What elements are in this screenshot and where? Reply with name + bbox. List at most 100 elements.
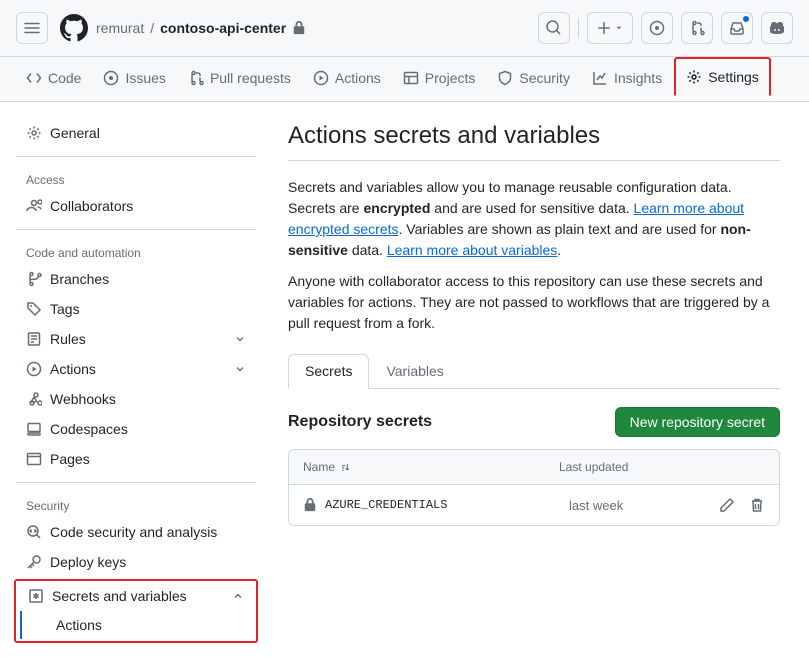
gear-icon bbox=[26, 125, 42, 141]
sidebar-item-secrets-variables[interactable]: Secrets and variables bbox=[18, 581, 254, 611]
sidebar-item-pages[interactable]: Pages bbox=[16, 444, 256, 474]
tab-label: Security bbox=[519, 70, 570, 86]
breadcrumb-owner[interactable]: remurat bbox=[96, 20, 144, 36]
copilot-button[interactable] bbox=[761, 12, 793, 44]
sidebar-item-codespaces[interactable]: Codespaces bbox=[16, 414, 256, 444]
sidebar-heading-access: Access bbox=[16, 165, 256, 191]
sidebar-item-label: Deploy keys bbox=[50, 554, 126, 570]
sidebar-item-label: Actions bbox=[50, 361, 96, 377]
issue-opened-icon bbox=[103, 70, 119, 86]
column-header-name[interactable]: Name bbox=[303, 460, 559, 474]
sidebar-item-label: Collaborators bbox=[50, 198, 133, 214]
divider bbox=[16, 229, 256, 230]
secret-name-cell: AZURE_CREDENTIALS bbox=[303, 498, 569, 512]
highlight-annotation: Secrets and variables Actions bbox=[14, 579, 258, 643]
issue-opened-icon bbox=[649, 20, 665, 36]
tag-icon bbox=[26, 301, 42, 317]
webhook-icon bbox=[26, 391, 42, 407]
divider bbox=[16, 482, 256, 483]
column-header-updated: Last updated bbox=[559, 460, 709, 474]
three-bars-icon bbox=[24, 20, 40, 36]
tab-settings[interactable]: Settings bbox=[674, 57, 771, 97]
edit-secret-button[interactable] bbox=[719, 497, 735, 513]
divider bbox=[16, 156, 256, 157]
sidebar-subitem-actions[interactable]: Actions bbox=[20, 611, 254, 639]
tab-security[interactable]: Security bbox=[487, 60, 580, 98]
tab-code[interactable]: Code bbox=[16, 60, 91, 98]
tab-label: Settings bbox=[708, 69, 759, 85]
tab-label: Pull requests bbox=[210, 70, 291, 86]
search-button[interactable] bbox=[538, 12, 570, 44]
chevron-up-icon bbox=[232, 590, 244, 602]
sort-icon bbox=[339, 461, 351, 473]
table-icon bbox=[403, 70, 419, 86]
notifications-button[interactable] bbox=[721, 12, 753, 44]
tab-label: Projects bbox=[425, 70, 476, 86]
git-pull-request-icon bbox=[188, 70, 204, 86]
page-title: Actions secrets and variables bbox=[288, 122, 780, 161]
copilot-icon bbox=[769, 20, 785, 36]
sidebar-item-label: Codespaces bbox=[50, 421, 128, 437]
sidebar-item-general[interactable]: General bbox=[16, 118, 256, 148]
sidebar-item-label: Branches bbox=[50, 271, 109, 287]
tab-insights[interactable]: Insights bbox=[582, 60, 672, 98]
lock-icon bbox=[303, 498, 317, 512]
sidebar-item-label: Code security and analysis bbox=[50, 524, 217, 540]
tab-pull-requests[interactable]: Pull requests bbox=[178, 60, 301, 98]
secrets-table: Name Last updated AZURE_CREDENTIALS last… bbox=[288, 449, 780, 526]
sidebar-item-rules[interactable]: Rules bbox=[16, 324, 256, 354]
tab-issues[interactable]: Issues bbox=[93, 60, 175, 98]
inbox-icon bbox=[729, 20, 745, 36]
new-repository-secret-button[interactable]: New repository secret bbox=[615, 407, 780, 437]
tab-variables[interactable]: Variables bbox=[369, 354, 460, 388]
table-header: Name Last updated bbox=[289, 450, 779, 485]
tab-projects[interactable]: Projects bbox=[393, 60, 486, 98]
breadcrumb-repo[interactable]: contoso-api-center bbox=[160, 20, 286, 36]
shield-icon bbox=[497, 70, 513, 86]
sidebar-item-actions[interactable]: Actions bbox=[16, 354, 256, 384]
sidebar-item-label: Webhooks bbox=[50, 391, 116, 407]
sidebar-item-code-security[interactable]: Code security and analysis bbox=[16, 517, 256, 547]
topbar-actions bbox=[538, 12, 793, 44]
section-title: Repository secrets bbox=[288, 413, 432, 431]
sidebar-item-branches[interactable]: Branches bbox=[16, 264, 256, 294]
play-icon bbox=[26, 361, 42, 377]
sidebar-item-label: Tags bbox=[50, 301, 80, 317]
unread-badge bbox=[742, 15, 750, 23]
sidebar-heading-security: Security bbox=[16, 491, 256, 517]
tab-secrets[interactable]: Secrets bbox=[288, 354, 369, 389]
breadcrumb-separator: / bbox=[150, 20, 154, 36]
table-row: AZURE_CREDENTIALS last week bbox=[289, 485, 779, 525]
trash-icon bbox=[749, 497, 765, 513]
sidebar-item-deploy-keys[interactable]: Deploy keys bbox=[16, 547, 256, 577]
breadcrumb: remurat / contoso-api-center bbox=[96, 20, 306, 36]
lock-icon bbox=[292, 21, 306, 35]
graph-icon bbox=[592, 70, 608, 86]
main-content: Actions secrets and variables Secrets an… bbox=[264, 102, 804, 657]
sidebar-item-tags[interactable]: Tags bbox=[16, 294, 256, 324]
key-icon bbox=[26, 554, 42, 570]
git-branch-icon bbox=[26, 271, 42, 287]
link-variables[interactable]: Learn more about variables bbox=[387, 242, 557, 258]
pulls-global-button[interactable] bbox=[681, 12, 713, 44]
browser-icon bbox=[26, 451, 42, 467]
play-icon bbox=[313, 70, 329, 86]
issues-global-button[interactable] bbox=[641, 12, 673, 44]
divider bbox=[578, 18, 579, 38]
secret-updated-cell: last week bbox=[569, 498, 719, 513]
repo-nav: Code Issues Pull requests Actions Projec… bbox=[0, 57, 809, 102]
description-paragraph: Secrets and variables allow you to manag… bbox=[288, 177, 780, 261]
mark-github-icon bbox=[60, 14, 88, 42]
github-logo[interactable] bbox=[60, 14, 88, 42]
tab-actions[interactable]: Actions bbox=[303, 60, 391, 98]
delete-secret-button[interactable] bbox=[749, 497, 765, 513]
people-icon bbox=[26, 198, 42, 214]
git-pull-request-icon bbox=[689, 20, 705, 36]
create-new-button[interactable] bbox=[587, 12, 633, 44]
row-actions bbox=[719, 497, 765, 513]
sidebar-item-webhooks[interactable]: Webhooks bbox=[16, 384, 256, 414]
code-icon bbox=[26, 70, 42, 86]
hamburger-menu-button[interactable] bbox=[16, 12, 48, 44]
sidebar-item-collaborators[interactable]: Collaborators bbox=[16, 191, 256, 221]
secrets-variables-tabs: Secrets Variables bbox=[288, 354, 780, 389]
